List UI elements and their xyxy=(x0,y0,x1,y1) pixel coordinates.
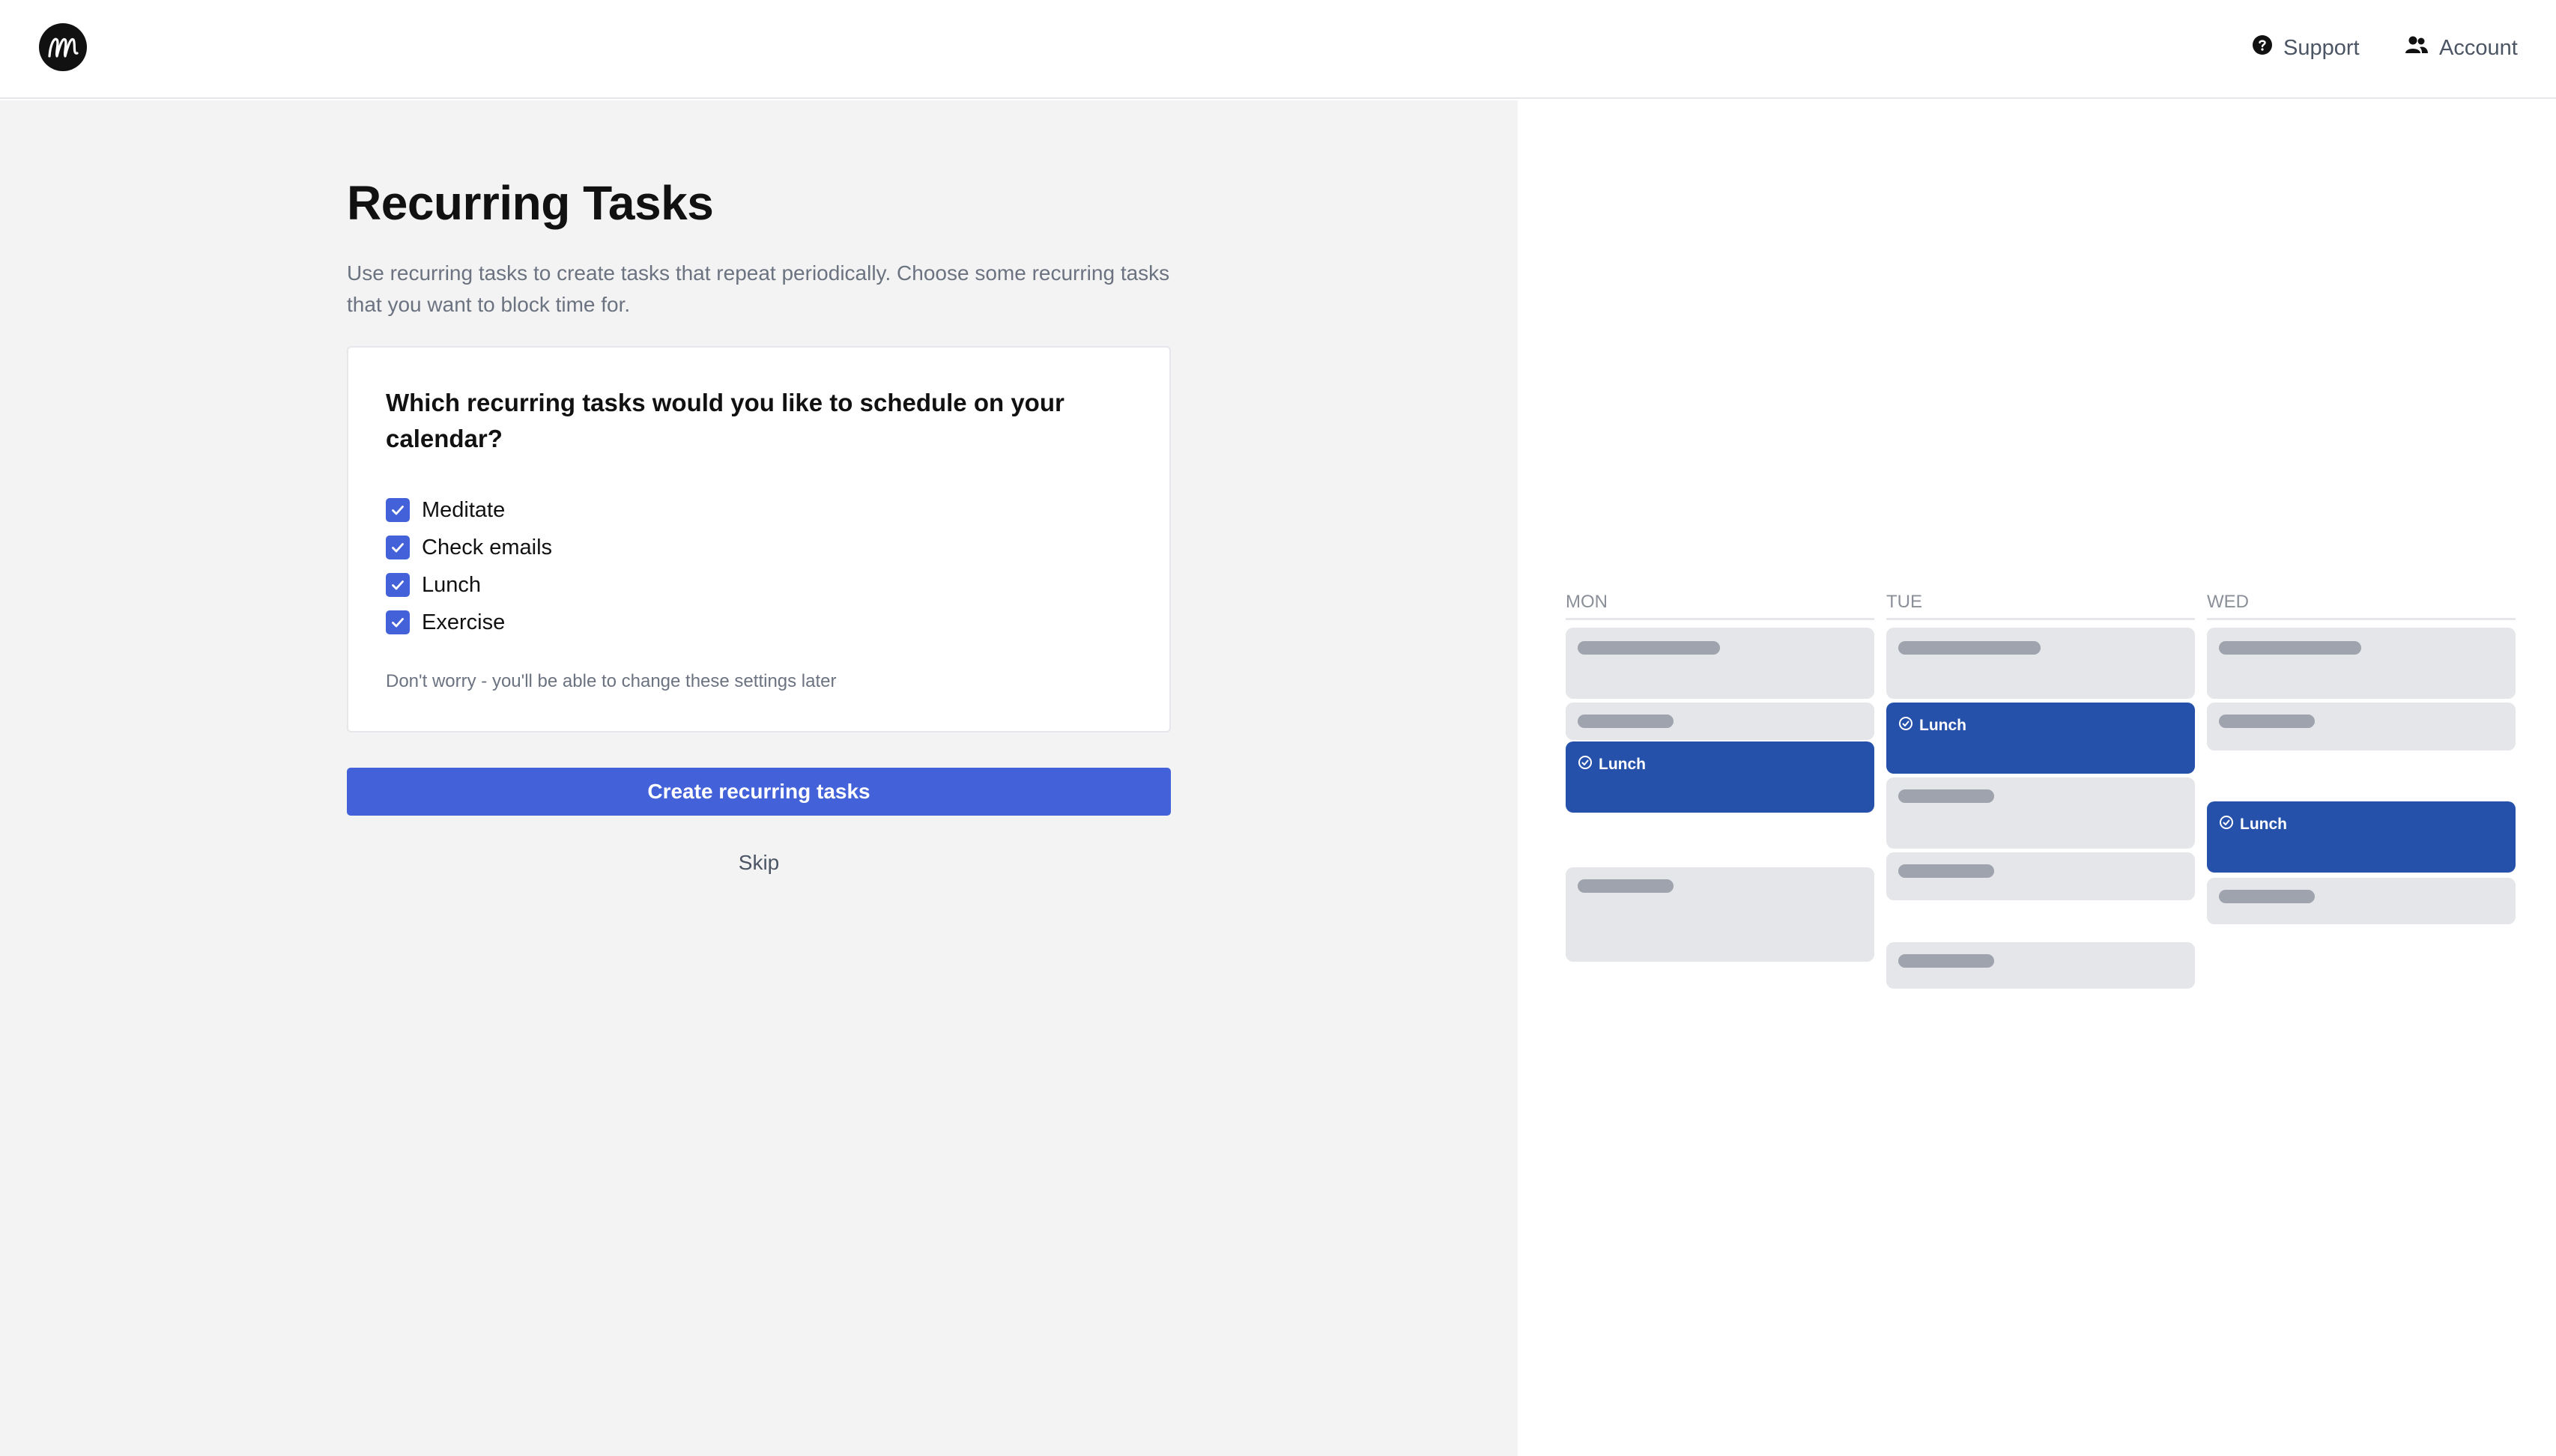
checkbox-checked-icon[interactable] xyxy=(386,573,410,597)
task-label: Lunch xyxy=(422,572,482,597)
app-logo-icon[interactable] xyxy=(39,23,87,71)
skip-link[interactable]: Skip xyxy=(347,851,1171,875)
placeholder-slot xyxy=(1886,777,2195,849)
users-icon xyxy=(2405,34,2429,61)
support-label: Support xyxy=(2283,35,2360,60)
placeholder-slot xyxy=(1886,852,2195,900)
create-recurring-tasks-button[interactable]: Create recurring tasks xyxy=(347,768,1171,816)
task-label: Meditate xyxy=(422,497,506,522)
event-lunch-wed[interactable]: Lunch xyxy=(2207,801,2516,873)
settings-hint: Don't worry - you'll be able to change t… xyxy=(386,671,837,691)
checkbox-checked-icon[interactable] xyxy=(386,610,410,634)
task-option-lunch[interactable]: Lunch xyxy=(386,566,552,604)
checkbox-checked-icon[interactable] xyxy=(386,536,410,559)
task-label: Exercise xyxy=(422,610,506,634)
task-label: Check emails xyxy=(422,535,553,559)
placeholder-slot xyxy=(1886,628,2195,699)
day-header-mon: MON xyxy=(1566,592,1874,620)
task-list: Meditate Check emails Lunch Exercise xyxy=(386,491,552,641)
event-lunch-tue[interactable]: Lunch xyxy=(1886,703,2195,774)
support-link[interactable]: Support xyxy=(2252,31,2360,64)
check-circle-icon xyxy=(1898,716,1913,735)
checkbox-checked-icon[interactable] xyxy=(386,498,410,522)
placeholder-slot xyxy=(1566,867,1874,962)
placeholder-slot xyxy=(2207,878,2516,924)
day-header-wed: WED xyxy=(2207,592,2516,620)
event-lunch-mon[interactable]: Lunch xyxy=(1566,741,1874,813)
event-label: Lunch xyxy=(2240,815,2287,833)
placeholder-slot xyxy=(2207,628,2516,699)
account-link[interactable]: Account xyxy=(2405,31,2518,64)
check-circle-icon xyxy=(1578,755,1593,774)
task-option-meditate[interactable]: Meditate xyxy=(386,491,552,529)
account-label: Account xyxy=(2439,35,2518,60)
event-label: Lunch xyxy=(1919,716,1966,734)
day-header-tue: TUE xyxy=(1886,592,2195,620)
event-label: Lunch xyxy=(1599,755,1646,773)
placeholder-slot xyxy=(1566,703,1874,740)
placeholder-slot xyxy=(2207,703,2516,750)
placeholder-slot xyxy=(1886,942,2195,989)
page-description: Use recurring tasks to create tasks that… xyxy=(347,261,1170,316)
check-circle-icon xyxy=(2219,815,2234,834)
help-circle-icon xyxy=(2252,34,2273,61)
recurring-tasks-card: Which recurring tasks would you like to … xyxy=(347,346,1171,732)
task-option-check-emails[interactable]: Check emails xyxy=(386,529,552,566)
page-title: Recurring Tasks xyxy=(347,176,714,230)
top-bar: Support Account xyxy=(0,0,2556,99)
task-option-exercise[interactable]: Exercise xyxy=(386,604,552,641)
placeholder-slot xyxy=(1566,628,1874,699)
card-question: Which recurring tasks would you like to … xyxy=(386,389,1065,452)
